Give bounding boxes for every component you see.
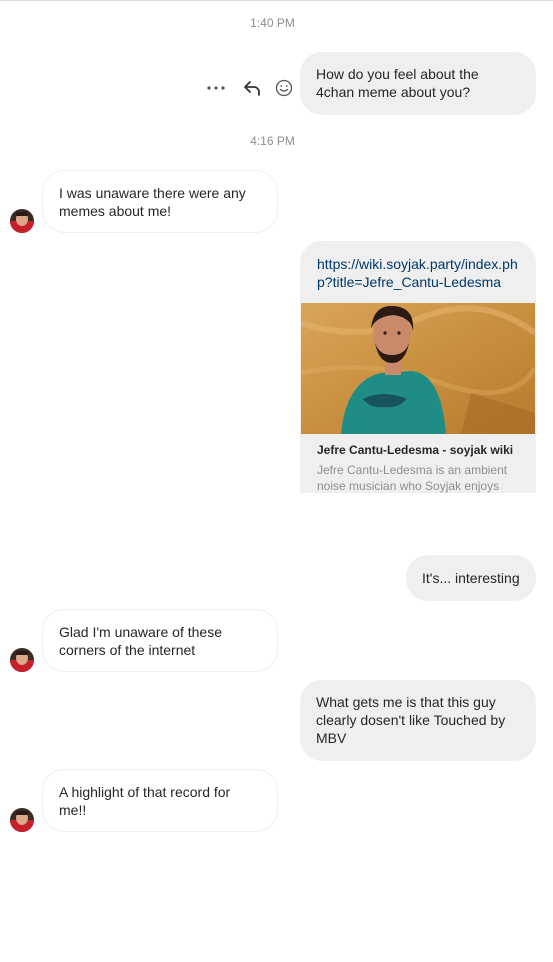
message-actions (204, 76, 296, 100)
emoji-icon[interactable] (272, 76, 296, 100)
sent-message-bubble[interactable]: It's... interesting (406, 555, 536, 601)
link-description: Jefre Cantu-Ledesma is an ambient noise … (317, 463, 508, 493)
reply-icon[interactable] (240, 76, 264, 100)
avatar[interactable] (10, 808, 34, 832)
link-preview-image (301, 303, 535, 434)
sent-message-bubble[interactable]: What gets me is that this guy clearly do… (300, 680, 536, 761)
received-message-bubble[interactable]: Glad I'm unaware of these corners of the… (42, 609, 278, 672)
link-preview-card[interactable]: https://wiki.soyjak.party/index.php?titl… (300, 241, 536, 493)
link-title: Jefre Cantu-Ledesma - soyjak wiki (317, 443, 514, 457)
timestamp: 1:40 PM (250, 16, 295, 30)
link-url[interactable]: https://wiki.soyjak.party/index.php?titl… (300, 241, 536, 303)
top-divider (0, 0, 553, 1)
avatar[interactable] (10, 209, 34, 233)
received-message-bubble[interactable]: A highlight of that record for me!! (42, 769, 278, 832)
sent-message-bubble[interactable]: How do you feel about the 4chan meme abo… (300, 52, 536, 115)
avatar[interactable] (10, 648, 34, 672)
more-icon[interactable] (204, 76, 228, 100)
timestamp: 4:16 PM (250, 134, 295, 148)
received-message-bubble[interactable]: I was unaware there were any memes about… (42, 170, 278, 233)
